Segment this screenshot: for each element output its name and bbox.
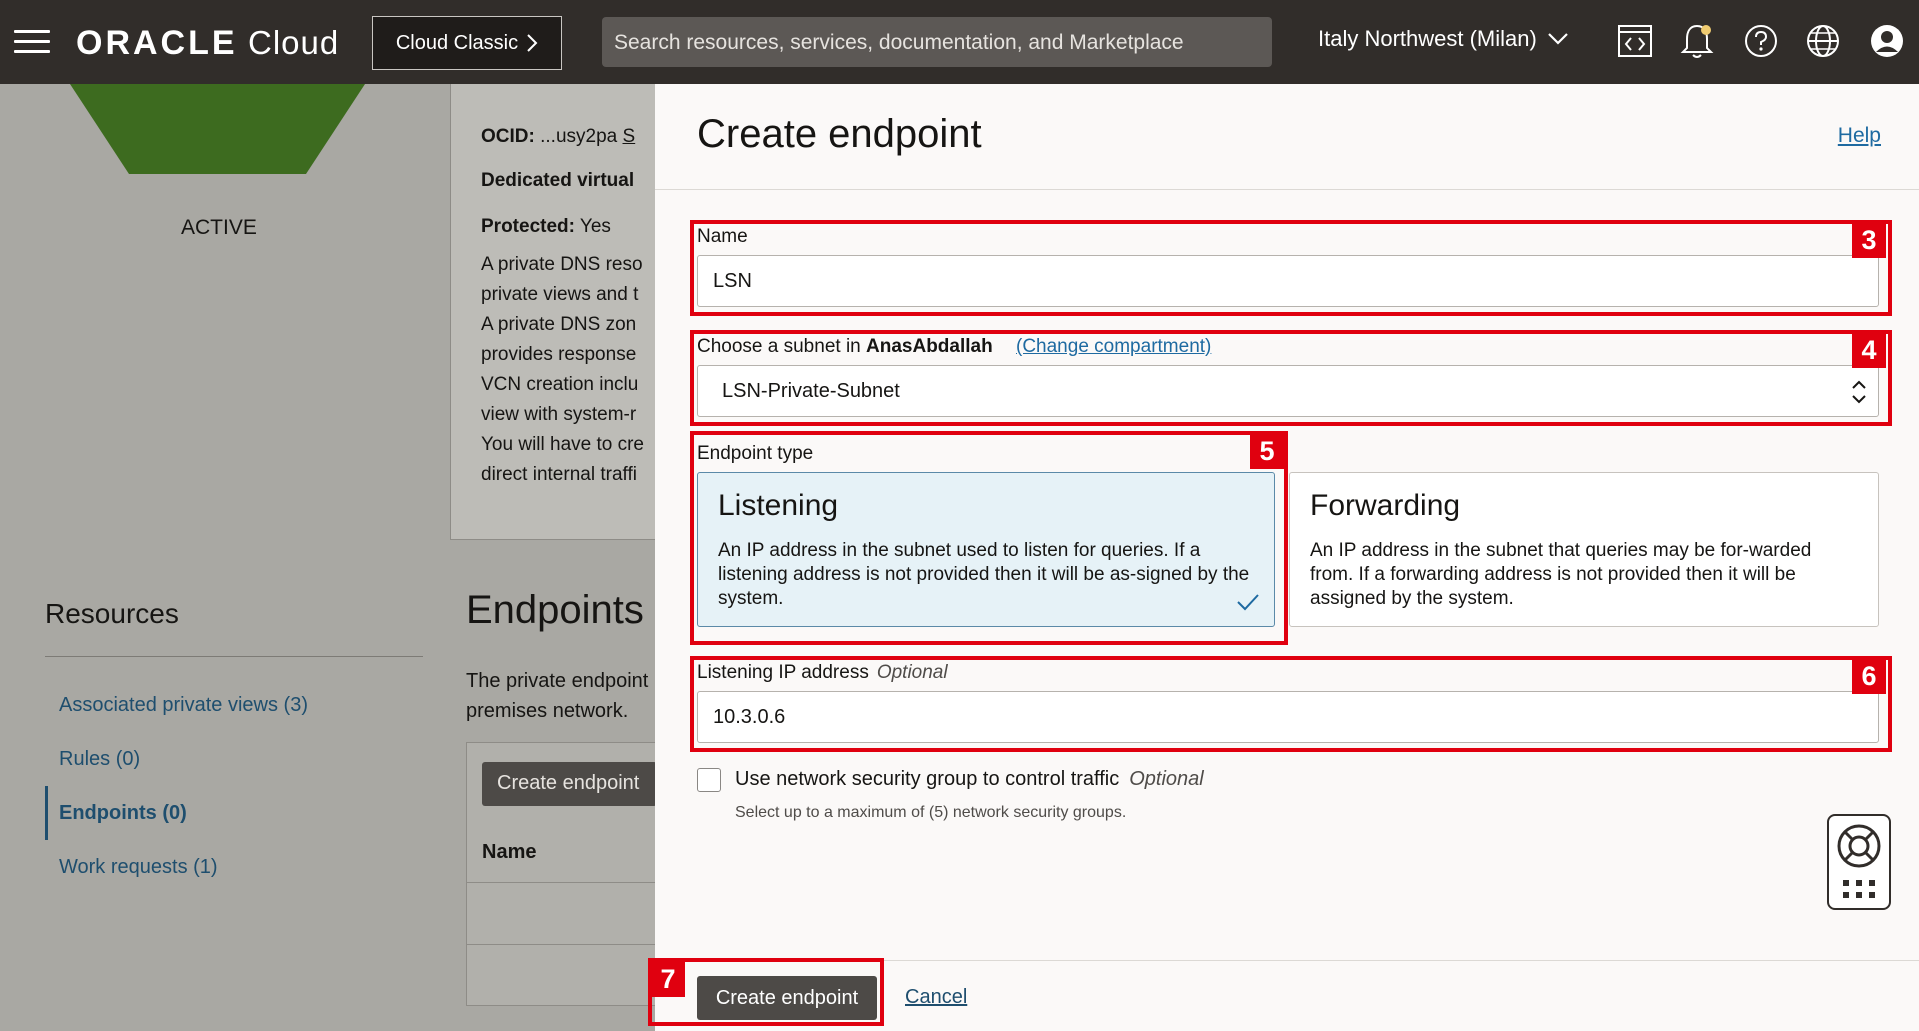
- description-line: A private DNS zon: [481, 314, 637, 335]
- resource-link-private-views[interactable]: Associated private views (3): [59, 694, 308, 717]
- region-label: Italy Northwest (Milan): [1318, 26, 1537, 51]
- cancel-link[interactable]: Cancel: [905, 986, 967, 1009]
- resource-link-rules[interactable]: Rules (0): [59, 748, 140, 771]
- oracle-cloud-logo[interactable]: ORACLE Cloud: [76, 24, 339, 63]
- callout-badge: 4: [1852, 332, 1886, 368]
- endpoint-type-forwarding-card[interactable]: Forwarding An IP address in the subnet t…: [1289, 472, 1879, 627]
- description-line: private views and t: [481, 284, 639, 305]
- description-line: You will have to cre: [481, 434, 645, 455]
- description-line: A private DNS reso: [481, 254, 643, 275]
- callout-badge: 7: [651, 961, 685, 997]
- chevron-down-icon: [1548, 33, 1568, 45]
- ocid-value: ...usy2pa: [540, 126, 618, 147]
- table-divider: [466, 882, 656, 883]
- endpoints-description-line: The private endpoint: [466, 670, 649, 692]
- callout-box-subnet: [690, 330, 1892, 426]
- user-avatar-icon[interactable]: [1866, 20, 1908, 62]
- description-line: VCN creation inclu: [481, 374, 639, 395]
- background-create-endpoint-button[interactable]: Create endpoint: [482, 762, 657, 806]
- top-bar: ORACLE Cloud Cloud Classic Search resour…: [0, 0, 1919, 84]
- help-widget[interactable]: [1827, 814, 1891, 910]
- callout-badge: 5: [1250, 433, 1284, 469]
- logo-product: Cloud: [248, 24, 340, 61]
- protected-label: Protected:: [481, 216, 575, 237]
- nsg-hint: Select up to a maximum of (5) network se…: [735, 804, 1127, 821]
- table-divider: [466, 944, 656, 945]
- nsg-checkbox[interactable]: [697, 768, 721, 792]
- callout-box-listening-ip: [690, 656, 1892, 752]
- endpoints-title: Endpoints: [466, 588, 644, 632]
- callout-badge: 3: [1852, 222, 1886, 258]
- nsg-label: Use network security group to control tr…: [735, 768, 1120, 790]
- optional-tag: Optional: [1129, 768, 1204, 790]
- resource-link-endpoints[interactable]: Endpoints (0): [59, 802, 187, 825]
- help-icon[interactable]: [1740, 20, 1782, 62]
- panel-title: Create endpoint: [697, 112, 982, 156]
- status-hexagon-icon: [70, 84, 365, 174]
- description-line: provides response: [481, 344, 637, 365]
- callout-box-endpoint-type: [690, 431, 1288, 645]
- chevron-right-icon: [527, 34, 538, 52]
- forwarding-title: Forwarding: [1310, 489, 1461, 522]
- resource-link-work-requests[interactable]: Work requests (1): [59, 856, 218, 879]
- help-link[interactable]: Help: [1838, 124, 1881, 148]
- code-editor-icon[interactable]: [1614, 20, 1656, 62]
- description-line: view with system-r: [481, 404, 637, 425]
- forwarding-description: An IP address in the subnet that queries…: [1310, 540, 1812, 609]
- hamburger-menu-icon[interactable]: [14, 30, 50, 54]
- logo-brand: ORACLE: [76, 24, 238, 62]
- resources-divider: [45, 656, 423, 657]
- ocid-label: OCID:: [481, 126, 535, 147]
- cloud-classic-label: Cloud Classic: [395, 31, 519, 54]
- notification-bell-icon[interactable]: [1676, 20, 1718, 62]
- endpoints-description-line: premises network.: [466, 700, 629, 722]
- protected-value: Yes: [579, 216, 611, 237]
- status-label: ACTIVE: [181, 216, 257, 239]
- region-selector[interactable]: Italy Northwest (Milan): [1318, 26, 1569, 52]
- table-header-name: Name: [482, 841, 537, 863]
- panel-header: Create endpoint Help: [655, 84, 1919, 190]
- lifebuoy-icon: [1837, 824, 1881, 898]
- selected-indicator: [45, 786, 48, 840]
- protected-row: Protected: Yes: [481, 216, 611, 238]
- language-globe-icon[interactable]: [1802, 20, 1844, 62]
- resources-title: Resources: [45, 598, 179, 629]
- callout-box-name: [690, 220, 1892, 316]
- description-line: direct internal traffi: [481, 464, 637, 485]
- cloud-classic-button[interactable]: Cloud Classic: [372, 16, 562, 70]
- search-input[interactable]: Search resources, services, documentatio…: [602, 17, 1272, 67]
- dedicated-label: Dedicated virtual: [481, 170, 635, 191]
- ocid-show-link[interactable]: S: [623, 126, 636, 147]
- callout-badge: 6: [1852, 658, 1886, 694]
- nsg-label-row: Use network security group to control tr…: [735, 768, 1204, 791]
- ocid-row: OCID: ...usy2pa S: [481, 126, 635, 148]
